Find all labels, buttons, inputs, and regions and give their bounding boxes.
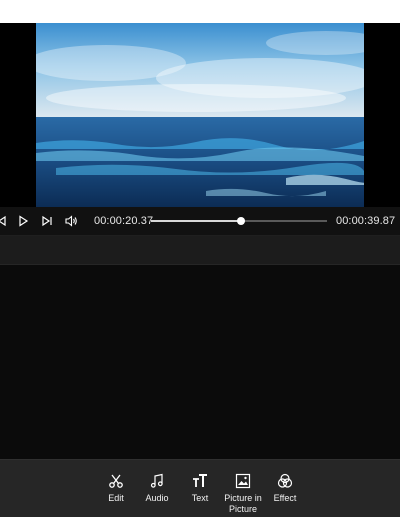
next-frame-button[interactable]: [40, 214, 54, 228]
picture-in-picture-button[interactable]: Picture in Picture: [220, 472, 266, 515]
picture-icon: [235, 473, 251, 489]
text-icon: [193, 474, 207, 487]
ocean-video-frame: [36, 23, 364, 207]
edit-button[interactable]: Edit: [94, 472, 138, 504]
effect-icon: [277, 473, 293, 488]
timeline-area[interactable]: [0, 265, 400, 459]
edit-label: Edit: [108, 493, 124, 503]
scissors-icon: [109, 474, 123, 488]
seek-progress: [151, 220, 241, 222]
editing-toolbar: Edit Audio Text Picture in Picture Effec…: [0, 459, 400, 517]
effect-label: Effect: [273, 493, 297, 503]
text-button[interactable]: Text: [178, 472, 222, 504]
seek-handle[interactable]: [236, 217, 245, 225]
current-time: 00:00:20.37: [94, 215, 154, 227]
text-label: Text: [191, 493, 209, 503]
video-preview[interactable]: [36, 23, 364, 207]
video-preview-area: [0, 23, 400, 207]
skip-back-icon: [0, 215, 6, 227]
play-icon: [19, 215, 29, 227]
play-button[interactable]: [16, 214, 30, 228]
effect-button[interactable]: Effect: [263, 472, 307, 504]
previous-frame-button[interactable]: [0, 214, 8, 228]
seek-bar[interactable]: [151, 217, 327, 225]
audio-label: Audio: [145, 493, 169, 503]
picture-in-picture-label: Picture in Picture: [224, 493, 262, 514]
volume-icon: [64, 215, 77, 227]
track-strip: [0, 236, 400, 265]
skip-forward-icon: [42, 215, 52, 227]
player-controls: 00:00:20.37 00:00:39.87: [0, 207, 400, 236]
total-time: 00:00:39.87: [336, 215, 396, 227]
audio-button[interactable]: Audio: [135, 472, 179, 504]
music-note-icon: [150, 473, 163, 488]
top-bar: [0, 0, 400, 23]
volume-button[interactable]: [64, 214, 78, 228]
